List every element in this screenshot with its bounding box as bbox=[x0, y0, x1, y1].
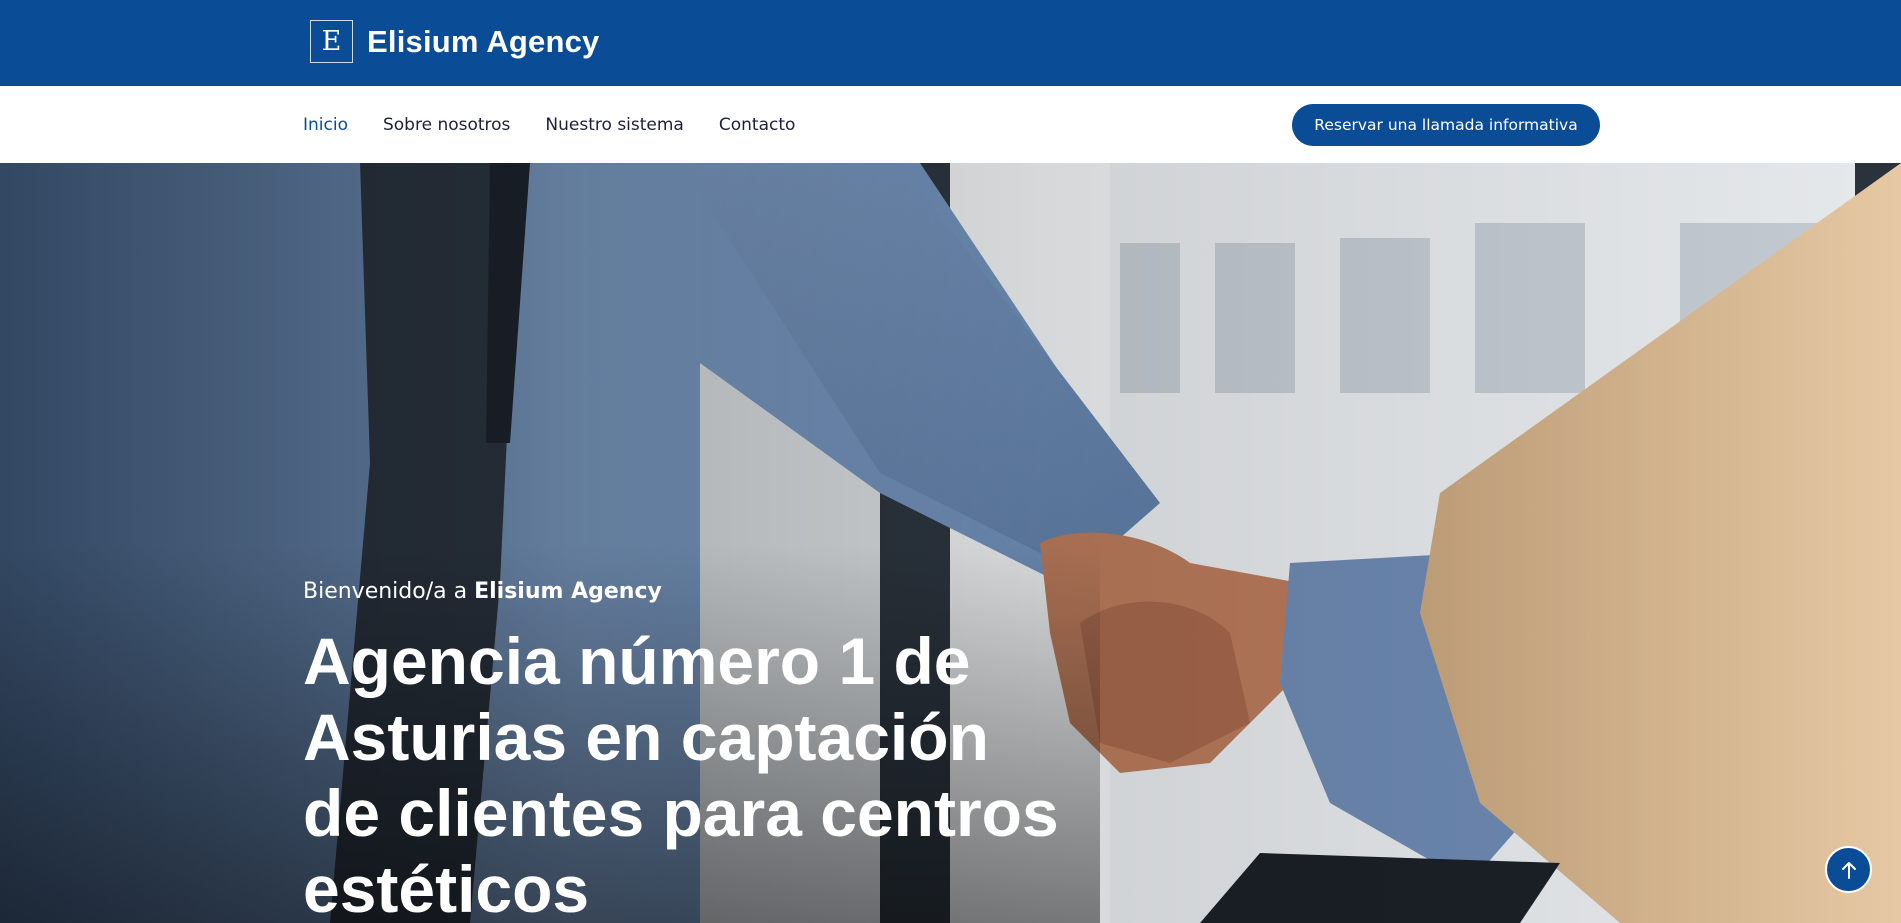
nav-item-contacto[interactable]: Contacto bbox=[719, 115, 796, 135]
hero-welcome: Bienvenido/a a Elisium Agency bbox=[303, 579, 662, 604]
nav-item-inicio[interactable]: Inicio bbox=[303, 115, 348, 135]
hero-welcome-prefix: Bienvenido/a a bbox=[303, 579, 475, 604]
brand-logo-icon: E bbox=[310, 20, 353, 63]
nav-links: Inicio Sobre nosotros Nuestro sistema Co… bbox=[303, 86, 830, 163]
nav-item-sobre-nosotros[interactable]: Sobre nosotros bbox=[383, 115, 510, 135]
book-call-button[interactable]: Reservar una llamada informativa bbox=[1292, 104, 1600, 146]
hero-section: Bienvenido/a a Elisium Agency Agencia nú… bbox=[0, 163, 1901, 923]
hero-welcome-brand: Elisium Agency bbox=[474, 579, 662, 604]
hero-title: Agencia número 1 de Asturias en captació… bbox=[303, 624, 1059, 923]
brand[interactable]: E Elisium Agency bbox=[310, 20, 600, 63]
brand-name: Elisium Agency bbox=[367, 23, 600, 59]
main-nav: Inicio Sobre nosotros Nuestro sistema Co… bbox=[0, 86, 1901, 163]
top-header: E Elisium Agency bbox=[0, 0, 1901, 86]
scroll-to-top-button[interactable] bbox=[1825, 846, 1872, 893]
arrow-up-icon bbox=[1841, 861, 1856, 879]
nav-item-nuestro-sistema[interactable]: Nuestro sistema bbox=[545, 115, 683, 135]
